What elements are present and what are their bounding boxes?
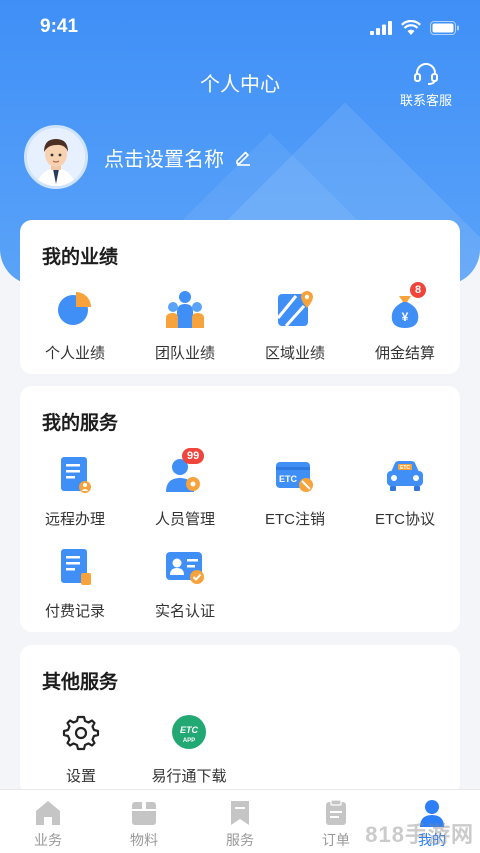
package-icon [132, 802, 156, 825]
grid-item-etc-cancel[interactable]: ETC ETC注销 [240, 454, 350, 529]
avatar[interactable] [24, 125, 88, 189]
order-list-icon [326, 799, 346, 825]
grid-item-label: 易行通下载 [151, 768, 227, 785]
grid-item-real-name-auth[interactable]: 实名认证 [130, 546, 240, 621]
contact-service-button[interactable]: 联系客服 [390, 62, 462, 109]
grid-item-app-download[interactable]: ETC APP 易行通下载 [134, 711, 244, 786]
status-icons [370, 20, 460, 35]
contact-service-label: 联系客服 [399, 93, 452, 108]
etc-app-logo-text: ETC [180, 725, 199, 735]
wifi-icon [401, 20, 421, 35]
team-icon [166, 291, 204, 328]
edit-icon[interactable] [234, 148, 252, 166]
grid-item-staff-management[interactable]: 99 人员管理 [130, 448, 240, 529]
grid-item-etc-agreement[interactable]: ETC ETC协议 [350, 454, 460, 529]
grid-item-payment-record[interactable]: 付费记录 [20, 546, 130, 621]
etc-card-icon: ETC [276, 462, 313, 492]
tab-label: 业务 [34, 832, 62, 848]
tab-label: 物料 [130, 832, 158, 848]
profile-name[interactable]: 点击设置名称 [104, 143, 224, 172]
home-icon [36, 801, 60, 825]
grid-item-label: 区域业绩 [264, 345, 325, 362]
grid-item-remote-handling[interactable]: 远程办理 [20, 454, 130, 529]
tab-service[interactable]: 服务 [192, 790, 288, 853]
grid-item-label: 佣金结算 [374, 345, 435, 362]
tab-business[interactable]: 业务 [0, 790, 96, 853]
notification-badge: 8 [410, 282, 427, 298]
battery-icon [430, 20, 459, 35]
grid-item-label: 设置 [65, 768, 96, 785]
watermark: 818手游网 [365, 822, 474, 847]
tab-materials[interactable]: 物料 [96, 790, 192, 853]
grid-item-settings[interactable]: 设置 [26, 711, 136, 786]
services-card: 我的服务 远程办理 99 人员管理 ETC ETC注销 ETC ETC协议 付费… [20, 386, 460, 632]
signal-icon [370, 20, 392, 35]
payment-record-icon [61, 549, 91, 585]
svg-text:¥: ¥ [402, 310, 409, 324]
headset-icon [414, 63, 438, 85]
map-icon [276, 291, 313, 328]
other-services-card: 其他服务 设置 ETC APP 易行通下载 [20, 645, 460, 795]
grid-item-label: ETC协议 [374, 511, 435, 528]
grid-item-label: 团队业绩 [154, 345, 215, 362]
card-title: 我的业绩 [42, 247, 119, 268]
grid-item-team-performance[interactable]: 团队业绩 [130, 288, 240, 363]
grid-item-label: 个人业绩 [44, 345, 105, 362]
grid-item-commission[interactable]: ¥ 8 佣金结算 [350, 282, 460, 363]
gear-icon [62, 715, 100, 751]
grid-item-label: ETC注销 [264, 511, 325, 528]
status-time: 9:41 [40, 16, 79, 37]
grid-item-personal-performance[interactable]: 个人业绩 [20, 288, 130, 363]
grid-item-area-performance[interactable]: 区域业绩 [240, 288, 350, 363]
status-bar: 9:41 [0, 0, 480, 56]
etc-car-icon: ETC [387, 461, 423, 491]
svg-text:ETC: ETC [279, 474, 298, 484]
grid-item-label: 付费记录 [44, 603, 105, 620]
performance-card: 我的业绩 个人业绩 团队业绩 区域业绩 ¥ 8 佣金结算 [20, 220, 460, 374]
svg-text:ETC: ETC [400, 465, 410, 471]
etc-app-icon: ETC APP [172, 715, 206, 749]
grid-item-label: 实名认证 [154, 603, 215, 620]
card-title: 我的服务 [42, 413, 119, 434]
id-verify-icon [166, 552, 204, 584]
remote-doc-icon [61, 457, 91, 493]
pie-chart-icon [58, 292, 91, 325]
avatar-illustration [27, 128, 85, 186]
tab-label: 订单 [322, 832, 350, 848]
etc-app-logo-sub: APP [183, 738, 195, 744]
bookmark-icon [231, 801, 249, 825]
card-title: 其他服务 [42, 672, 119, 693]
profile-section[interactable]: 点击设置名称 [24, 125, 252, 189]
grid-item-label: 远程办理 [44, 511, 105, 528]
notification-badge: 99 [182, 448, 205, 464]
grid-item-label: 人员管理 [154, 511, 215, 528]
tab-label: 服务 [226, 832, 254, 848]
